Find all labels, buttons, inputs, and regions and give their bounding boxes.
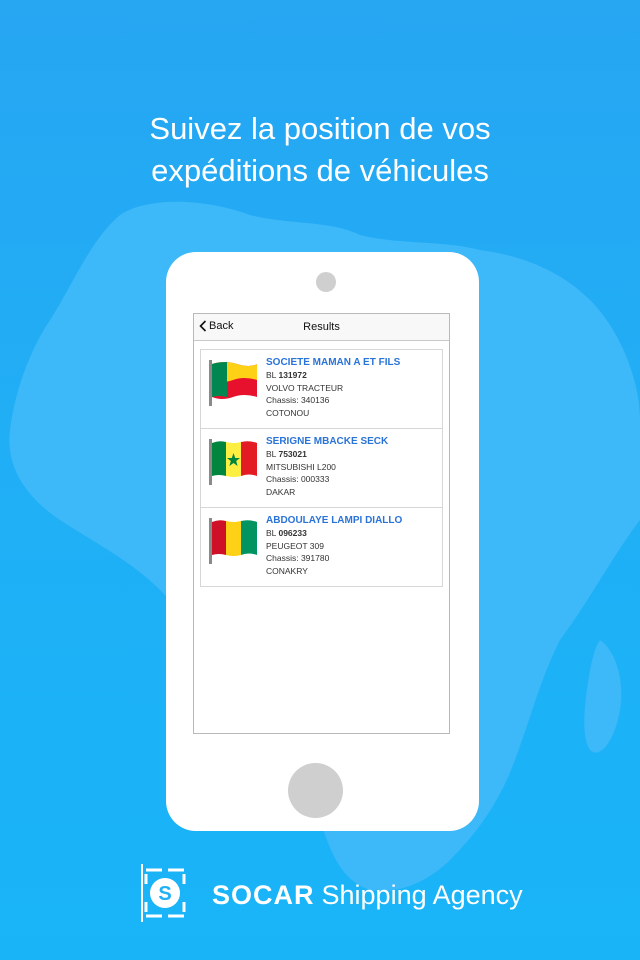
bl-number: 096233	[278, 528, 307, 538]
result-info: SOCIETE MAMAN A ET FILS BL 131972 VOLVO …	[266, 356, 400, 419]
bl-line: BL 131972	[266, 370, 307, 380]
brand-name: SOCAR Shipping Agency	[212, 880, 523, 911]
result-item[interactable]: SERIGNE MBACKE SECK BL 753021 MITSUBISHI…	[201, 429, 442, 508]
vehicle-model: PEUGEOT 309	[266, 540, 324, 551]
result-item[interactable]: ABDOULAYE LAMPI DIALLO BL 096233 PEUGEOT…	[201, 508, 442, 586]
chassis-number: Chassis: 340136	[266, 395, 330, 405]
results-list: SOCIETE MAMAN A ET FILS BL 131972 VOLVO …	[200, 349, 443, 587]
result-info: ABDOULAYE LAMPI DIALLO BL 096233 PEUGEOT…	[266, 514, 402, 577]
destination-port: COTONOU	[266, 407, 310, 418]
logo-letter: S	[158, 883, 171, 905]
bl-number: 753021	[278, 449, 307, 459]
bl-line: BL 096233	[266, 528, 307, 538]
destination-port: CONAKRY	[266, 565, 308, 576]
result-info: SERIGNE MBACKE SECK BL 753021 MITSUBISHI…	[266, 435, 388, 498]
client-name: SERIGNE MBACKE SECK	[266, 436, 389, 447]
brand-name-rest: Shipping Agency	[321, 880, 523, 910]
headline: Suivez la position de vos expéditions de…	[0, 108, 640, 192]
result-item[interactable]: SOCIETE MAMAN A ET FILS BL 131972 VOLVO …	[201, 350, 442, 429]
navigation-bar: Back Results	[194, 314, 449, 341]
phone-home-button	[288, 763, 343, 818]
client-name: ABDOULAYE LAMPI DIALLO	[266, 515, 403, 526]
chassis-number: Chassis: 391780	[266, 553, 330, 563]
bl-number: 131972	[278, 370, 307, 380]
senegal-flag-icon	[209, 439, 257, 485]
phone-screen: Back Results SOCIETE MAMAN A ET FILS BL …	[193, 313, 450, 734]
headline-line-1: Suivez la position de vos	[149, 111, 491, 146]
guinea-flag-icon	[209, 518, 257, 564]
destination-port: DAKAR	[266, 486, 296, 497]
socar-logo: S	[141, 864, 186, 922]
chassis-number: Chassis: 000333	[266, 474, 330, 484]
vehicle-model: VOLVO TRACTEUR	[266, 382, 344, 393]
benin-flag-icon	[209, 360, 257, 406]
client-name: SOCIETE MAMAN A ET FILS	[266, 357, 401, 368]
phone-camera	[316, 272, 336, 292]
screen-title: Results	[303, 321, 340, 333]
vehicle-model: MITSUBISHI L200	[266, 461, 336, 472]
bl-line: BL 753021	[266, 449, 307, 459]
phone-mockup: Back Results SOCIETE MAMAN A ET FILS BL …	[166, 252, 479, 831]
brand-footer: S SOCAR Shipping Agency	[140, 862, 523, 924]
brand-name-strong: SOCAR	[212, 880, 315, 910]
headline-line-2: expéditions de véhicules	[151, 153, 489, 188]
